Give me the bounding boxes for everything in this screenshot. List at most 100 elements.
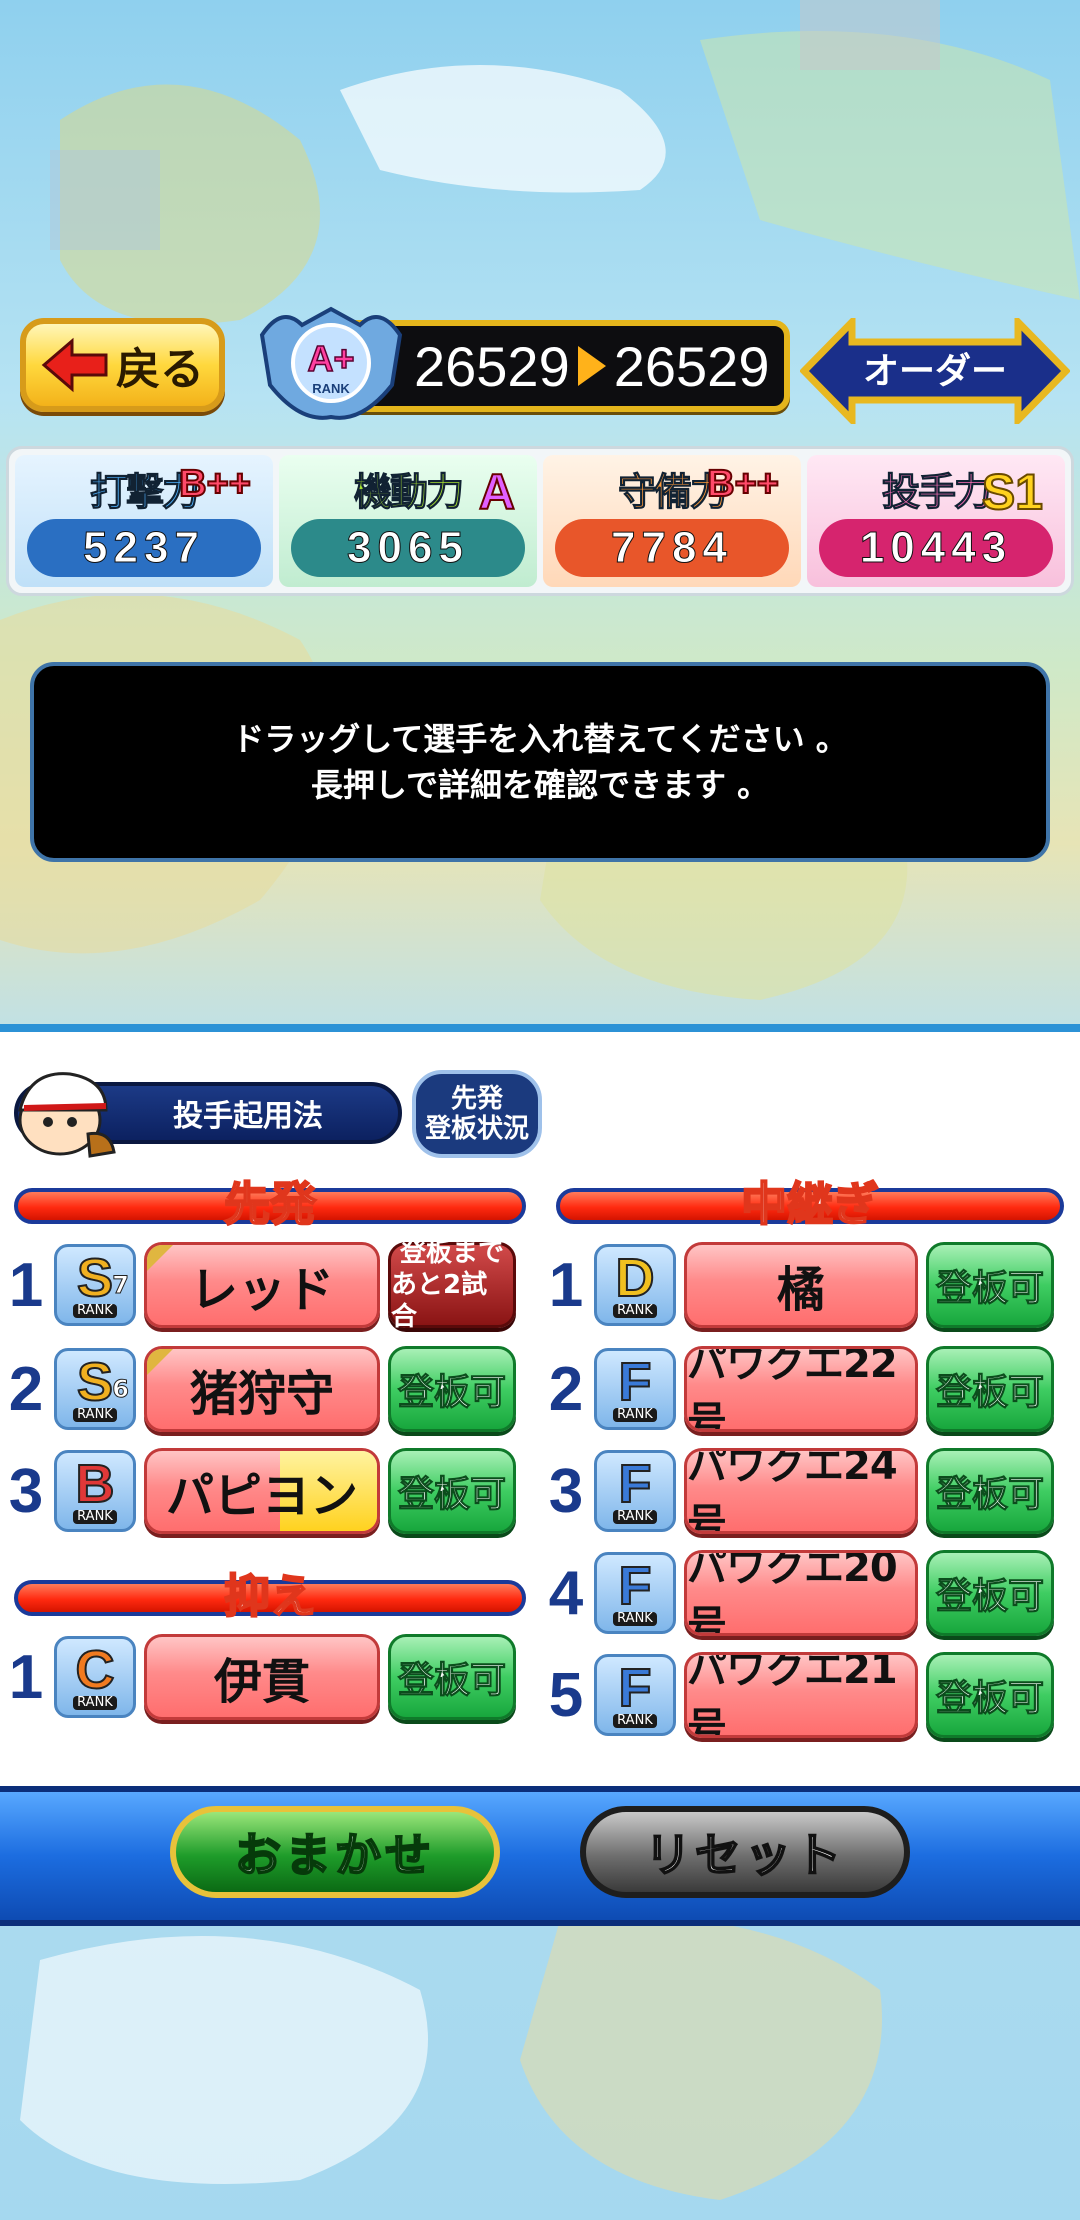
message-line2: 長押しで詳細を確認できます 。 — [310, 766, 770, 804]
available-status: 登板可 — [926, 1550, 1054, 1636]
team-stats: 打撃力 B++ 5237 機動力 A 3065 守備力 B++ 7784 投手力… — [6, 446, 1074, 596]
back-button[interactable]: 戻る — [20, 318, 225, 412]
row-number: 3 — [8, 1456, 44, 1526]
stat-grade: B++ — [178, 462, 252, 506]
instruction-message: ドラッグして選手を入れ替えてください 。 長押しで詳細を確認できます 。 — [30, 662, 1050, 862]
closer-header: 抑え — [14, 1568, 526, 1626]
rank-letter: F — [618, 1352, 653, 1412]
rank-badge: F RANK — [594, 1654, 676, 1736]
reliever-row[interactable]: 4 F RANK パワクエ20号 登板可 — [546, 1550, 1054, 1636]
stat-grade: S1 — [981, 463, 1044, 521]
rank-badge: S 7 RANK — [54, 1244, 136, 1326]
row-number: 3 — [548, 1456, 584, 1526]
available-status: 登板可 — [926, 1448, 1054, 1534]
stat-defense: 守備力 B++ 7784 — [543, 455, 801, 587]
rank-badge: F RANK — [594, 1450, 676, 1532]
stat-value: 3065 — [291, 519, 525, 577]
rank-word: RANK — [312, 381, 350, 396]
player-name-button[interactable]: パピヨン — [144, 1448, 380, 1534]
player-name: 伊貫 — [213, 1654, 310, 1710]
stat-value: 10443 — [819, 519, 1053, 577]
reliever-row[interactable]: 1 D RANK 橘 登板可 — [546, 1242, 1054, 1328]
stat-batting: 打撃力 B++ 5237 — [15, 455, 273, 587]
stat-grade: B++ — [706, 462, 780, 506]
row-number: 4 — [548, 1558, 584, 1628]
player-name-button[interactable]: パワクエ21号 — [684, 1652, 918, 1738]
rank-word: RANK — [613, 1304, 657, 1318]
row-number: 2 — [8, 1354, 44, 1424]
auto-assign-button[interactable]: おまかせ — [170, 1806, 500, 1898]
order-button[interactable]: オーダー — [800, 318, 1070, 424]
player-name-button[interactable]: パワクエ24号 — [684, 1448, 918, 1534]
rank-letter: A+ — [307, 338, 354, 379]
rank-badge: D RANK — [594, 1244, 676, 1326]
reset-button[interactable]: リセット — [580, 1806, 910, 1898]
rank-badge: C RANK — [54, 1636, 136, 1718]
left-arrow-icon — [41, 337, 108, 393]
reliever-row[interactable]: 5 F RANK パワクエ21号 登板可 — [546, 1652, 1054, 1738]
rank-word: RANK — [613, 1408, 657, 1422]
stat-pitching: 投手力 S1 10443 — [807, 455, 1065, 587]
corner-tag-icon — [147, 1349, 173, 1375]
corner-tag-icon — [147, 1245, 173, 1271]
status-bottom: あと2試合 — [391, 1270, 488, 1332]
player-name: パワクエ24号 — [687, 1448, 898, 1534]
starter-row[interactable]: 2 S 6 RANK 猪狩守 登板可 — [6, 1346, 516, 1432]
player-name-button[interactable]: パワクエ20号 — [684, 1550, 918, 1636]
available-status: 登板可 — [926, 1346, 1054, 1432]
rank-word: RANK — [73, 1304, 117, 1318]
rank-letter: S — [76, 1352, 114, 1412]
pitcher-usage-label: 投手起用法 — [173, 1099, 323, 1134]
player-name-button[interactable]: パワクエ22号 — [684, 1346, 918, 1432]
order-label: オーダー — [863, 351, 1007, 392]
reliever-row[interactable]: 2 F RANK パワクエ22号 登板可 — [546, 1346, 1054, 1432]
score-arrow-icon — [577, 346, 606, 386]
rank-badge: F RANK — [594, 1348, 676, 1430]
player-name: パピヨン — [165, 1468, 358, 1524]
starter-header: 先発 — [14, 1176, 526, 1234]
rank-badge: B RANK — [54, 1450, 136, 1532]
stat-speed: 機動力 A 3065 — [279, 455, 537, 587]
row-number: 1 — [8, 1250, 44, 1320]
message-line1: ドラッグして選手を入れ替えてください 。 — [232, 720, 848, 758]
team-rank-emblem: A+ RANK — [259, 306, 403, 420]
available-status: 登板可 — [388, 1346, 516, 1432]
action-bar — [0, 1786, 1080, 1926]
starter-row[interactable]: 1 S 7 RANK レッド 登板まで あと2試合 — [6, 1238, 516, 1332]
rank-letter: F — [618, 1556, 653, 1616]
player-name: パワクエ20号 — [687, 1550, 898, 1636]
player-name-button[interactable]: 橘 — [684, 1242, 918, 1328]
reliever-row[interactable]: 3 F RANK パワクエ24号 登板可 — [546, 1448, 1054, 1534]
rank-word: RANK — [613, 1510, 657, 1524]
rotation-wait-status: 登板まで あと2試合 — [388, 1238, 516, 1332]
relief-title: 中継ぎ — [740, 1176, 880, 1232]
row-number: 5 — [548, 1660, 584, 1730]
score-before: 26529 — [414, 334, 570, 398]
rank-word: RANK — [73, 1696, 117, 1710]
row-number: 2 — [548, 1354, 584, 1424]
player-name-button[interactable]: 伊貫 — [144, 1634, 380, 1720]
player-avatar-icon — [18, 1072, 116, 1158]
player-name-button[interactable]: レッド — [144, 1242, 380, 1328]
back-label: 戻る — [116, 344, 204, 395]
player-name: レッド — [189, 1262, 334, 1318]
available-status: 登板可 — [388, 1634, 516, 1720]
player-name: パワクエ21号 — [687, 1652, 898, 1738]
rank-sub: 7 — [112, 1271, 130, 1300]
available-status: 登板可 — [926, 1652, 1054, 1738]
rotation-status-button[interactable]: 先発 登板状況 — [412, 1070, 542, 1158]
rank-letter: D — [615, 1248, 656, 1308]
closer-row[interactable]: 1 C RANK 伊貫 登板可 — [6, 1634, 516, 1720]
rank-sub: 6 — [112, 1375, 130, 1404]
closer-title: 抑え — [223, 1568, 317, 1624]
rank-badge: S 6 RANK — [54, 1348, 136, 1430]
available-status: 登板可 — [926, 1242, 1054, 1328]
rank-word: RANK — [613, 1714, 657, 1728]
status-line1: 先発 — [450, 1084, 503, 1114]
starter-row[interactable]: 3 B RANK パピヨン 登板可 — [6, 1448, 516, 1534]
player-name-button[interactable]: 猪狩守 — [144, 1346, 380, 1432]
stat-label: 投手力 — [881, 470, 992, 515]
rank-letter: C — [75, 1640, 116, 1700]
score-after: 26529 — [613, 334, 770, 398]
rank-word: RANK — [73, 1510, 117, 1524]
